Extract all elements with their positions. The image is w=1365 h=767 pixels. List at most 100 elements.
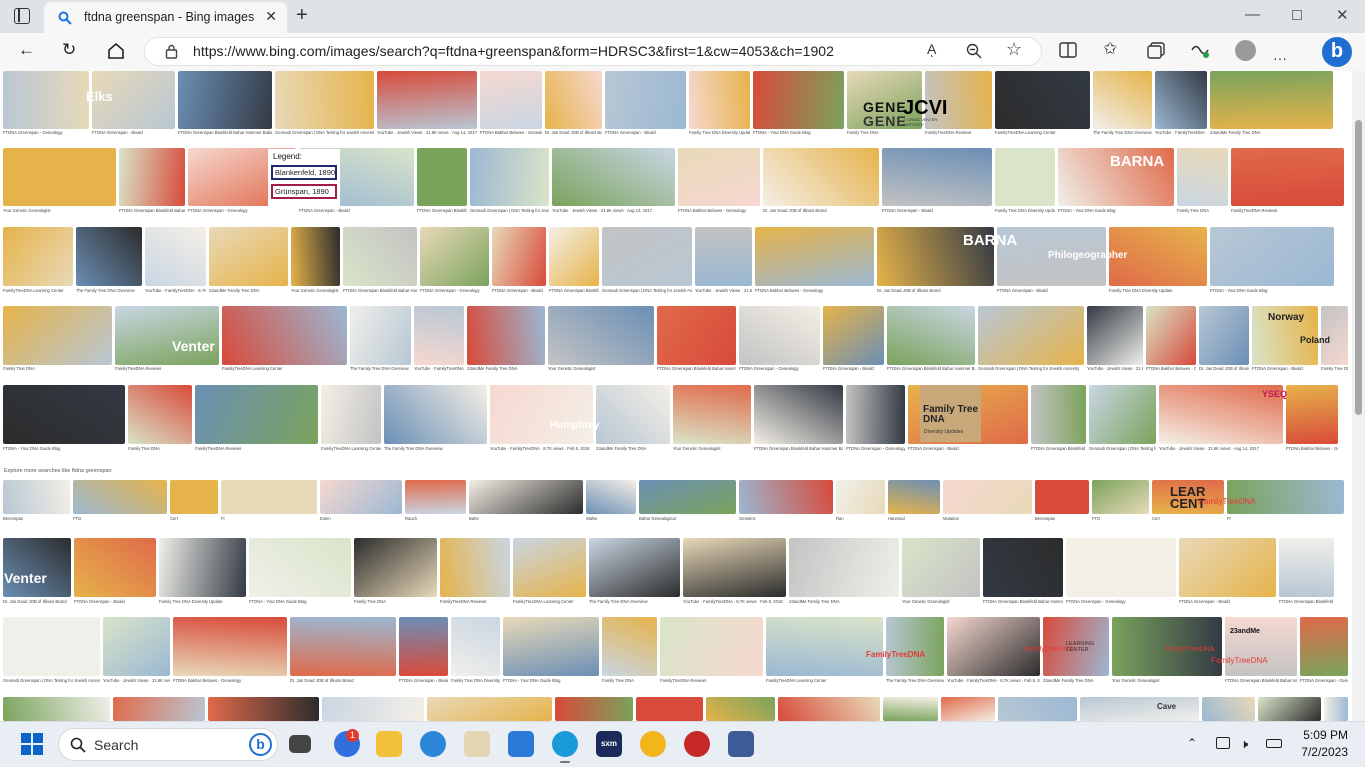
image-caption[interactable]: Fr xyxy=(1227,516,1344,521)
image-caption[interactable]: FamilyTreeDNA Reviews xyxy=(1231,208,1344,213)
image-caption[interactable]: FTDNA - Your DNA Guide Blog xyxy=(1058,208,1174,213)
performance-icon[interactable] xyxy=(1190,41,1210,59)
image-thumbnail[interactable] xyxy=(689,71,750,129)
image-thumbnail[interactable] xyxy=(739,480,833,514)
image-caption[interactable]: YouTube · FamilyTreeDNA · 8.7K views · F… xyxy=(414,366,464,371)
image-thumbnail[interactable] xyxy=(886,617,944,676)
image-thumbnail[interactable] xyxy=(178,71,272,129)
image-thumbnail[interactable] xyxy=(170,480,218,514)
image-caption[interactable]: FamilyTreeDNA Reviews xyxy=(115,366,219,371)
image-thumbnail[interactable] xyxy=(74,538,156,597)
image-thumbnail[interactable] xyxy=(275,71,374,129)
image-thumbnail[interactable] xyxy=(1258,697,1321,721)
image-caption[interactable]: FamilyTreeDNA Learning Center xyxy=(513,599,586,604)
image-caption[interactable]: Family Tree DNA xyxy=(602,678,657,683)
collections-icon[interactable] xyxy=(1147,42,1165,59)
split-screen-icon[interactable] xyxy=(1059,42,1077,58)
home-icon[interactable] xyxy=(107,42,125,59)
image-thumbnail[interactable] xyxy=(399,617,448,676)
clock-time[interactable]: 5:09 PM xyxy=(1296,728,1348,742)
read-aloud-icon[interactable]: Aͅ xyxy=(927,41,936,57)
image-thumbnail[interactable] xyxy=(1324,697,1348,721)
image-thumbnail[interactable] xyxy=(943,480,1032,514)
image-caption[interactable]: Gennadi Greenspan | DNA Testing for Jewi… xyxy=(275,130,374,135)
image-thumbnail[interactable] xyxy=(469,480,583,514)
image-thumbnail[interactable] xyxy=(503,617,599,676)
image-thumbnail[interactable] xyxy=(221,480,317,514)
legend-tile[interactable]: Legend: Blankenfeld, 1890 Grünspan, 1890 xyxy=(268,149,340,206)
image-caption[interactable]: YouTube · Jewish Views · 21.6K views · A… xyxy=(1087,366,1143,371)
image-thumbnail[interactable] xyxy=(3,538,71,597)
image-thumbnail[interactable] xyxy=(343,227,417,286)
image-thumbnail[interactable] xyxy=(209,227,288,286)
image-caption[interactable]: YouTube · Jewish Views · 21.6K views · A… xyxy=(103,678,170,683)
image-caption[interactable]: FTDNA Bakhar Belaves - Genealogy xyxy=(173,678,287,683)
image-thumbnail[interactable] xyxy=(1146,306,1196,365)
image-caption[interactable]: Family Tree DNA Diversity Update xyxy=(1321,366,1348,371)
image-caption[interactable]: FTDNA Greenspan - Bivald xyxy=(74,599,156,604)
image-caption[interactable]: Your Genetic Genealogist xyxy=(548,366,654,371)
image-thumbnail[interactable] xyxy=(636,697,703,721)
image-caption[interactable]: Walse xyxy=(586,516,636,521)
image-caption[interactable]: Cerr xyxy=(1152,516,1224,521)
image-thumbnail[interactable] xyxy=(173,617,287,676)
image-caption[interactable]: FTDNA Greenspan Blankfeld Bahar Hammer B… xyxy=(343,288,417,293)
minimize-icon[interactable]: — xyxy=(1245,6,1260,23)
image-thumbnail[interactable] xyxy=(678,148,760,206)
image-thumbnail[interactable] xyxy=(159,538,246,597)
image-caption[interactable]: FTDNA Greenspan Blankfeld Bahar Hammer B… xyxy=(178,130,272,135)
image-caption[interactable]: FTDNA Greenspan Blankfeld Bahar Hammer B… xyxy=(754,446,843,451)
image-caption[interactable]: Dr. Jan Dead JOB of Illinois Brand xyxy=(290,678,396,683)
image-caption[interactable]: FamilyTreeDNA Reviews xyxy=(925,130,992,135)
image-caption[interactable]: Berenspan xyxy=(3,516,70,521)
tab-actions-icon[interactable] xyxy=(14,8,30,24)
image-caption[interactable]: FTDNA - Your DNA Guide Blog xyxy=(503,678,599,683)
image-thumbnail[interactable] xyxy=(480,71,542,129)
image-thumbnail[interactable] xyxy=(119,148,185,206)
image-caption[interactable]: FTDNA Greenspan - Genealogy xyxy=(1300,678,1348,683)
image-thumbnail[interactable] xyxy=(548,306,654,365)
image-caption[interactable]: FTDNA Greenspan - Genealogy xyxy=(846,446,905,451)
image-thumbnail[interactable] xyxy=(998,697,1077,721)
image-caption[interactable]: 23andMe Family Tree DNA xyxy=(1043,678,1109,683)
image-thumbnail[interactable] xyxy=(639,480,736,514)
image-caption[interactable]: YouTube · FamilyTreeDNA · 8.7K views · F… xyxy=(947,678,1040,683)
image-thumbnail[interactable] xyxy=(195,385,318,444)
image-caption[interactable]: Family Tree DNA Diversity Update xyxy=(159,599,246,604)
image-caption[interactable]: Dr. Jan Dead JOB of Illinois Brand xyxy=(763,208,879,213)
image-thumbnail[interactable] xyxy=(1179,538,1276,597)
address-bar[interactable]: https://www.bing.com/images/search?q=ftd… xyxy=(144,37,1042,66)
image-thumbnail[interactable] xyxy=(115,306,219,365)
image-thumbnail[interactable] xyxy=(605,71,686,129)
image-caption[interactable]: The Family Tree DNA Overview xyxy=(886,678,944,683)
close-tab-icon[interactable]: ✕ xyxy=(265,8,277,25)
image-caption[interactable]: FTDNA Greenspan Blankfeld Bahar Hammer B… xyxy=(983,599,1063,604)
image-thumbnail[interactable] xyxy=(291,227,340,286)
image-caption[interactable]: Your Genetic Genealogist xyxy=(3,208,116,213)
image-thumbnail[interactable] xyxy=(290,617,396,676)
app-window-icon[interactable] xyxy=(728,731,754,757)
image-caption[interactable]: Dr. Jan Dead JOB of Illinois Brand xyxy=(545,130,602,135)
image-thumbnail[interactable] xyxy=(660,617,763,676)
image-caption[interactable]: FTDNA Greenspan - Genealogy xyxy=(420,288,489,293)
image-thumbnail[interactable] xyxy=(249,538,351,597)
image-caption[interactable]: FTDNA Greenspan - Bivald xyxy=(1252,366,1318,371)
image-caption[interactable]: Dr. Jan Dead JOB of Illinois Brand xyxy=(1199,366,1249,371)
clock-date[interactable]: 7/2/2023 xyxy=(1296,745,1348,759)
image-caption[interactable]: 23andMe Family Tree DNA xyxy=(209,288,288,293)
image-caption[interactable]: YouTube · FamilyTreeDNA · 8.7K views · F… xyxy=(1155,130,1207,135)
image-thumbnail[interactable] xyxy=(3,617,100,676)
image-caption[interactable]: FTDNA - Your DNA Guide Blog xyxy=(1210,288,1334,293)
image-thumbnail[interactable] xyxy=(823,306,884,365)
image-caption[interactable]: Eulen xyxy=(320,516,402,521)
taskbar-search[interactable]: Search b xyxy=(58,728,278,761)
image-thumbnail[interactable] xyxy=(1155,71,1207,129)
image-caption[interactable]: FTDNA Greenspan Blankfeld Bahar Hammer B… xyxy=(417,208,467,213)
image-caption[interactable]: Gennadi Greenspan | DNA Testing for Jewi… xyxy=(3,678,100,683)
file-explorer-icon[interactable] xyxy=(376,731,402,757)
image-thumbnail[interactable] xyxy=(470,148,549,206)
image-thumbnail[interactable] xyxy=(596,385,670,444)
zoom-out-icon[interactable] xyxy=(966,43,982,59)
image-caption[interactable]: FTDNA Greenspan - Bivald xyxy=(492,288,546,293)
image-caption[interactable]: Gennadi Greenspan | DNA Testing for Jewi… xyxy=(1089,446,1156,451)
